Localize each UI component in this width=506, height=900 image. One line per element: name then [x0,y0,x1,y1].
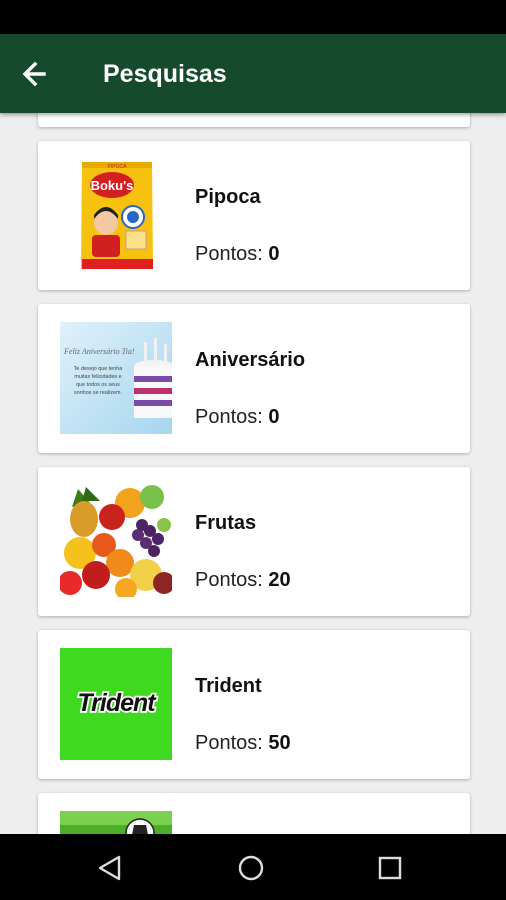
item-title: Aniversário [195,349,306,371]
card-line-1: Te desejo que tenha [74,366,123,372]
card-line-3: que todos os seus [76,382,120,388]
item-points: Pontos: 0 [195,243,280,266]
popcorn-bag-image: PIPOCA Boku's [60,159,172,271]
points-value: 0 [268,406,280,428]
status-bar [0,0,506,34]
survey-list[interactable]: PIPOCA Boku's Pipoca Pontos: 0 Feliz Ani… [0,113,506,834]
page-title: Pesquisas [103,60,227,88]
soccer-image [60,811,172,834]
triangle-back-icon [98,855,121,881]
list-item-aniversario[interactable]: Feliz Aniversário Tia! Te desejo que ten… [38,304,470,453]
bag-brand-text: Boku's [91,178,134,193]
list-item-partial[interactable] [38,113,470,127]
card-title-text: Feliz Aniversário Tia! [63,347,135,356]
trident-logo-image: Trident [60,648,172,760]
points-value: 50 [268,732,291,754]
points-label: Pontos: [195,569,269,591]
points-value: 0 [268,243,280,265]
arrow-left-icon [22,61,46,87]
nav-recents-button[interactable] [370,848,410,888]
nav-home-button[interactable] [231,848,271,888]
points-label: Pontos: [195,243,269,265]
bag-top-text: PIPOCA [108,164,128,170]
item-points: Pontos: 20 [195,569,291,592]
back-button[interactable] [20,54,70,94]
card-line-2: muitas felicidades e [74,374,121,380]
list-item-partial-bottom[interactable] [38,793,470,834]
system-nav-bar [0,834,506,900]
item-title: Trident [195,675,262,697]
fruits-image [60,485,172,597]
birthday-card-image: Feliz Aniversário Tia! Te desejo que ten… [60,322,172,434]
item-points: Pontos: 0 [195,406,280,429]
square-recents-icon [378,856,402,880]
list-item-pipoca[interactable]: PIPOCA Boku's Pipoca Pontos: 0 [38,141,470,290]
list-item-trident[interactable]: Trident Trident Pontos: 50 [38,630,470,779]
item-title: Frutas [195,512,257,534]
card-line-4: sonhos se realizem. [74,390,122,396]
item-points: Pontos: 50 [195,732,291,755]
trident-logo-text: Trident [77,689,157,717]
points-value: 20 [268,569,291,591]
app-bar: Pesquisas [0,34,506,113]
list-item-frutas[interactable]: Frutas Pontos: 20 [38,467,470,616]
points-label: Pontos: [195,406,269,428]
circle-home-icon [238,855,264,881]
item-title: Pipoca [195,186,261,208]
nav-back-button[interactable] [90,848,130,888]
points-label: Pontos: [195,732,269,754]
